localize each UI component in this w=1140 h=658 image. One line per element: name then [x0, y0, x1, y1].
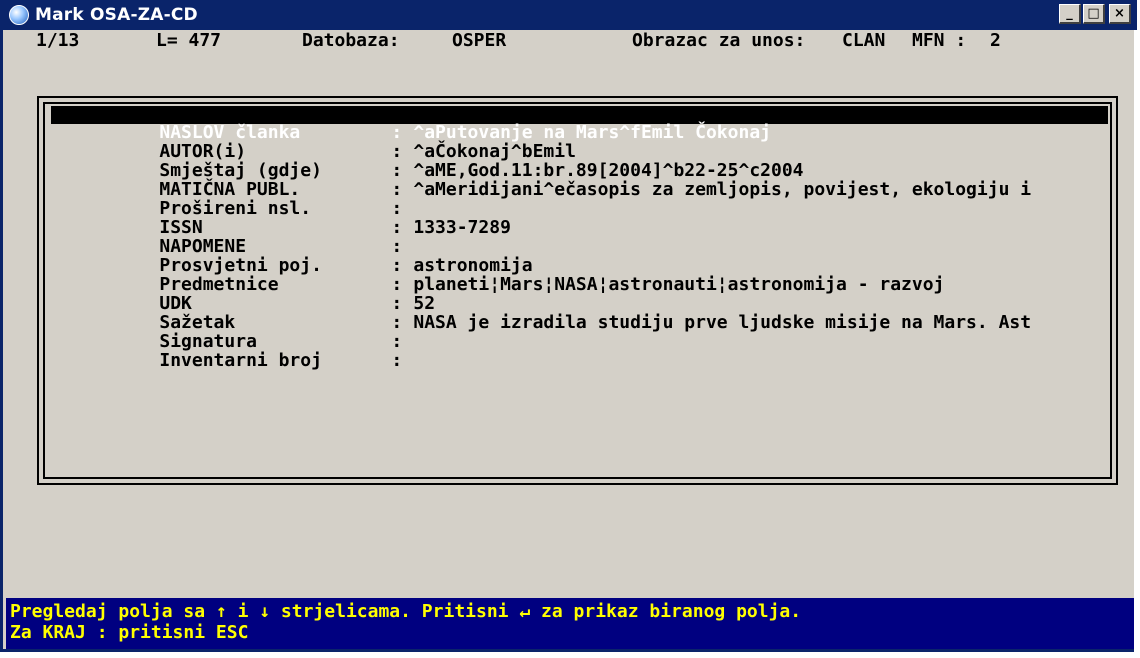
field-row-maticna-publ[interactable]: MATIČNA PUBL.: ^aMeridijani^ečasopis za z…: [51, 163, 1031, 199]
app-window: Mark OSA-ZA-CD _ □ × 1/13 L= 477 Datobaz…: [0, 0, 1137, 652]
minimize-button[interactable]: _: [1059, 4, 1081, 24]
form-label: Obrazac za unos:: [632, 30, 806, 51]
window-title: Mark OSA-ZA-CD: [35, 5, 198, 25]
field-row-predmetnice[interactable]: Predmetnice: planeti¦Mars¦NASA¦astronauti…: [51, 258, 944, 294]
record-counter: 1/13: [36, 30, 80, 51]
field-row-naslov[interactable]: NASLOV članka: ^aPutovanje na Mars^fEmil …: [51, 106, 1108, 142]
help-line-exit: Za KRAJ : pritisni ESC: [10, 622, 249, 643]
app-icon[interactable]: [9, 5, 29, 25]
mfn-label: MFN :: [912, 30, 967, 51]
field-list: NASLOV članka: ^aPutovanje na Mars^fEmil …: [43, 102, 1112, 479]
close-icon: ×: [1114, 6, 1125, 21]
title-bar[interactable]: Mark OSA-ZA-CD _ □ ×: [3, 0, 1137, 30]
field-row-udk[interactable]: UDK:52: [51, 277, 435, 313]
database-label: Datobaza:: [302, 30, 400, 51]
field-value: NASA je izradila studiju prve ljudske mi…: [413, 312, 1032, 333]
window-controls: _ □ ×: [1059, 4, 1131, 24]
field-row-sazetak[interactable]: Sažetak: NASA je izradila studiju prve lj…: [51, 296, 1031, 332]
field-separator: :: [391, 350, 403, 371]
record-frame: NASLOV članka: ^aPutovanje na Mars^fEmil …: [37, 96, 1118, 485]
mfn-value: 2: [990, 30, 1001, 51]
field-value: 1333-7289: [413, 217, 511, 238]
maximize-icon: □: [1087, 6, 1100, 21]
field-row-prosireni-nsl[interactable]: Prošireni nsl.:: [51, 182, 413, 218]
database-value: OSPER: [452, 30, 507, 51]
field-value: planeti¦Mars¦NASA¦astronauti¦astronomija…: [413, 274, 945, 295]
field-row-signatura[interactable]: Signatura:: [51, 315, 413, 351]
help-bar: Pregledaj polja sa ↑ i ↓ strjelicama. Pr…: [6, 598, 1134, 649]
field-value: ^aMeridijani^ečasopis za zemljopis, povi…: [413, 179, 1032, 200]
field-row-napomene[interactable]: NAPOMENE:: [51, 220, 413, 256]
field-row-issn[interactable]: ISSN:1333-7289: [51, 201, 511, 237]
form-value: CLAN: [842, 30, 886, 51]
field-row-prosvjetni-poj[interactable]: Prosvjetni poj.: astronomija: [51, 239, 532, 275]
maximize-button[interactable]: □: [1083, 4, 1105, 24]
minimize-icon: _: [1066, 6, 1073, 21]
field-row-inventarni-broj[interactable]: Inventarni broj:: [51, 334, 413, 370]
field-row-smjestaj[interactable]: Smještaj (gdje): ^aME,God.11:br.89[2004]^…: [51, 144, 803, 180]
field-label: Inventarni broj: [159, 350, 322, 371]
help-line-navigation: Pregledaj polja sa ↑ i ↓ strjelicama. Pr…: [10, 601, 802, 622]
console-area: 1/13 L= 477 Datobaza: OSPER Obrazac za u…: [6, 30, 1134, 649]
field-row-autor[interactable]: AUTOR(i): ^aČokonaj^bEmil: [51, 125, 576, 161]
record-length: L= 477: [156, 30, 222, 51]
close-button[interactable]: ×: [1109, 4, 1131, 24]
